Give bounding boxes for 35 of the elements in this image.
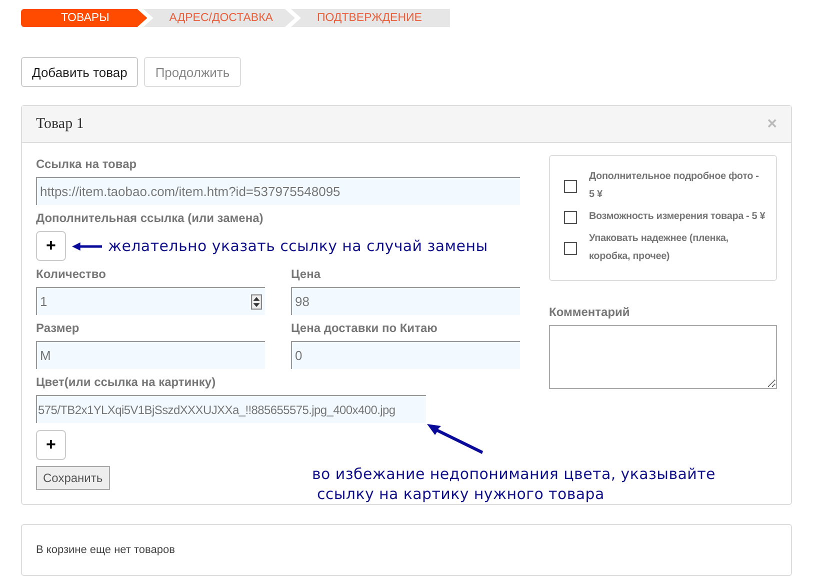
color-field[interactable]: 575/TB2x1YLXqi5V1BjSszdXXXUJXXa_!!885655575.jpg_400x400.jpg (36, 395, 426, 423)
comment-field[interactable] (549, 325, 777, 389)
quantity-field[interactable]: 1 (36, 287, 265, 315)
field-label: Ссылка на товар (36, 157, 137, 171)
option-label: Возможность измерения товара - 5 ¥ (589, 210, 766, 224)
field-label: Количество (36, 267, 107, 281)
field-label: Цена (291, 267, 322, 281)
input-field[interactable]: M (36, 341, 265, 369)
input-field[interactable]: 0 (291, 341, 520, 369)
field-label: Дополнительная ссылка (или замена) (36, 211, 264, 225)
spinner-icon[interactable] (251, 294, 262, 310)
checkbox[interactable] (564, 180, 577, 192)
arrow-icon (427, 424, 483, 454)
action-button[interactable]: Добавить товар (21, 57, 138, 87)
field-label: Цена доставки по Китаю (291, 321, 438, 335)
add-button[interactable]: + (36, 231, 66, 261)
link-field[interactable]: https://item.taobao.com/item.htm?id=537975548095 (36, 177, 520, 205)
annotation-text: во избежание недопонимания цвета, указывайте ссылку на картику нужного товара (312, 464, 716, 504)
field-label: Комментарий (549, 305, 631, 319)
step-tab[interactable]: ПОДТВЕРЖДЕНИЕ (290, 9, 450, 27)
step-tab[interactable]: ТОВАРЫ (21, 9, 148, 27)
checkbox[interactable] (564, 210, 577, 224)
field-label: Цвет(или ссылка на картинку) (36, 375, 216, 389)
annotation-text: желательно указать ссылку на случай замены (108, 237, 488, 255)
arrow-icon (72, 242, 102, 250)
cart-message: В корзине еще нет товаров (36, 544, 175, 556)
option-label: Дополнительное подробное фото - 5 ¥ (589, 170, 760, 202)
checkbox[interactable] (564, 242, 577, 254)
option-label: Упаковать надежнее (пленка, коробка, прочее) (589, 232, 730, 264)
field-label: Размер (36, 321, 80, 335)
panel-title: Товар 1 (36, 116, 84, 132)
input-field[interactable]: 98 (291, 287, 520, 315)
add-button[interactable]: + (36, 430, 66, 460)
save-button[interactable]: Сохранить (36, 466, 110, 490)
step-tab[interactable]: АДРЕС/ДОСТАВКА (143, 9, 295, 27)
